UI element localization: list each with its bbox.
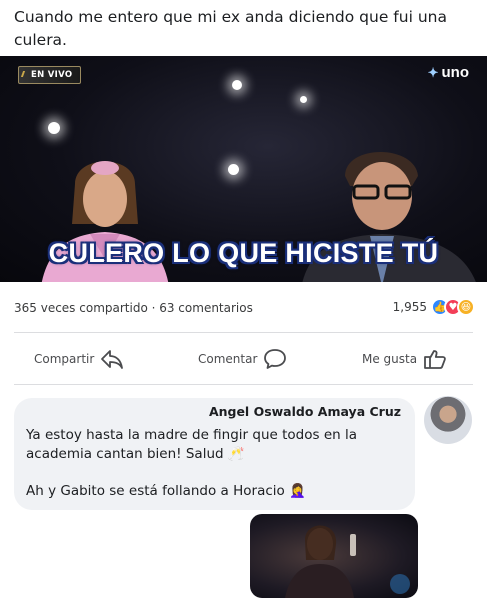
share-label: Compartir bbox=[34, 352, 95, 366]
video-frame[interactable]: EN VIVO ✦ uno CULERO LO QUE HICISTE TÚ bbox=[0, 56, 487, 282]
stage-light bbox=[48, 122, 60, 134]
share-button[interactable]: Compartir bbox=[34, 344, 124, 374]
reaction-count: 1,955 bbox=[392, 300, 427, 314]
post-stats: 365 veces compartido · 63 comentarios 1,… bbox=[14, 298, 475, 320]
comment-line: Ya estoy hasta la madre de fingir que to… bbox=[26, 427, 357, 462]
gif-figure bbox=[285, 525, 410, 598]
like-button[interactable]: Me gusta bbox=[362, 344, 447, 374]
comment-gif[interactable] bbox=[250, 514, 418, 598]
comment-label: Comentar bbox=[198, 352, 258, 366]
share-icon bbox=[101, 350, 124, 369]
video-subtitle: CULERO LO QUE HICISTE TÚ bbox=[48, 238, 439, 268]
post-caption: Cuando me entero que mi ex anda diciendo… bbox=[14, 8, 447, 49]
thumbs-up-icon bbox=[424, 350, 446, 369]
comment-line: Ah y Gabito se está follando a Horacio 🤦… bbox=[26, 483, 306, 499]
channel-mark-icon: ✦ bbox=[427, 65, 439, 80]
commenter-avatar[interactable] bbox=[424, 396, 472, 444]
comment-author[interactable]: Angel Oswaldo Amaya Cruz bbox=[209, 404, 401, 419]
stage-light bbox=[228, 164, 239, 175]
divider bbox=[14, 384, 473, 385]
haha-icon: 😆 bbox=[457, 298, 475, 316]
divider bbox=[14, 332, 473, 333]
comment-bubble: Angel Oswaldo Amaya Cruz Ya estoy hasta … bbox=[14, 398, 415, 510]
reactions-summary[interactable]: 1,955 👍 ♥ 😆 bbox=[393, 298, 475, 316]
like-label: Me gusta bbox=[362, 352, 418, 366]
comment-icon bbox=[264, 349, 287, 369]
post-actions: Compartir Comentar Me gusta bbox=[0, 344, 487, 374]
live-badge: EN VIVO bbox=[18, 66, 82, 84]
shares-comments-count[interactable]: 365 veces compartido · 63 comentarios bbox=[14, 301, 253, 315]
comment-button[interactable]: Comentar bbox=[198, 344, 287, 374]
stage-light bbox=[300, 96, 307, 103]
stage-light bbox=[232, 80, 242, 90]
comment-text: Ya estoy hasta la madre de fingir que to… bbox=[26, 426, 406, 501]
channel-logo-text: uno bbox=[441, 64, 470, 81]
channel-logo: ✦ uno bbox=[428, 64, 469, 81]
